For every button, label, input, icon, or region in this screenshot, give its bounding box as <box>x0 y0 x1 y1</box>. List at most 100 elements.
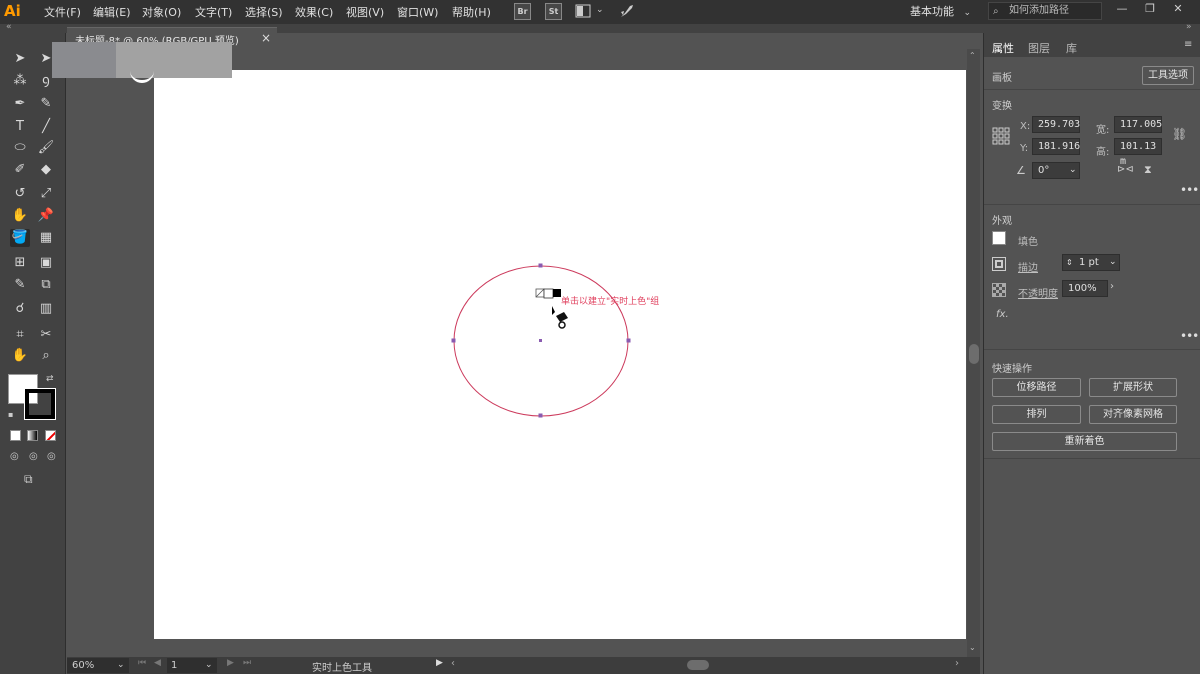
artboard-tool-icon[interactable]: ⌗ <box>10 326 30 344</box>
workspace-switcher[interactable]: 基本功能 ⌄ <box>910 3 976 20</box>
arrange-documents-icon[interactable] <box>575 4 591 18</box>
opacity-label[interactable]: 不透明度 <box>1018 285 1058 300</box>
draw-behind-icon[interactable]: ◎ <box>29 451 38 462</box>
tab-libraries[interactable]: 库 <box>1066 40 1077 56</box>
constrain-proportions-icon[interactable]: ⛓ <box>1172 127 1187 141</box>
angle-field[interactable]: 0° ⌄ <box>1032 162 1080 179</box>
color-mode-icon[interactable] <box>10 430 21 441</box>
type-tool-icon[interactable]: T <box>10 118 30 136</box>
gradient-tool-icon[interactable]: ▣ <box>36 254 56 272</box>
close-window-icon[interactable]: ✕ <box>1168 2 1188 20</box>
mesh-tool-icon[interactable]: ⊞ <box>10 254 30 272</box>
none-mode-icon[interactable] <box>45 430 56 441</box>
scroll-left-icon[interactable]: ‹ <box>451 658 455 669</box>
first-artboard-icon[interactable]: ⏮ <box>138 658 146 668</box>
menu-effect[interactable]: 效果(C) <box>295 4 333 20</box>
more-options-icon[interactable]: ••• <box>1180 183 1199 197</box>
flip-vertical-icon[interactable]: ⧗ <box>1144 163 1152 177</box>
line-tool-icon[interactable]: ╱ <box>36 118 56 136</box>
warp-tool-icon[interactable]: ✋ <box>10 207 30 225</box>
offset-path-button[interactable]: 位移路径 <box>992 378 1081 397</box>
collapse-left-icon[interactable]: « <box>6 22 12 32</box>
draw-inside-icon[interactable]: ◎ <box>47 451 56 462</box>
y-field[interactable]: 181.916 <box>1032 138 1080 155</box>
stroke-swatch[interactable] <box>24 388 56 420</box>
flip-horizontal-icon[interactable]: ⊳⊲ <box>1117 164 1134 175</box>
scroll-down-icon[interactable]: ⌄ <box>969 643 976 652</box>
artwork[interactable] <box>154 70 966 639</box>
zoom-tool-icon[interactable]: ⌕ <box>36 347 56 365</box>
opacity-field[interactable]: 100% <box>1062 280 1108 297</box>
slice-tool-icon[interactable]: ✂ <box>36 326 56 344</box>
perspective-grid-tool-icon[interactable]: ▦ <box>36 229 56 247</box>
menu-type[interactable]: 文字(T) <box>195 4 232 20</box>
menu-help[interactable]: 帮助(H) <box>452 4 491 20</box>
blend-tool-icon[interactable]: ⧉ <box>36 276 56 294</box>
curvature-tool-icon[interactable]: ✎ <box>36 95 56 113</box>
align-pixel-grid-button[interactable]: 对齐像素网格 <box>1089 405 1177 424</box>
live-paint-bucket-tool-icon[interactable]: 🪣 <box>10 229 30 247</box>
stroke-label[interactable]: 描边 <box>1018 259 1038 274</box>
zoom-select[interactable]: 60% ⌄ <box>67 658 129 673</box>
artboard[interactable]: 单击以建立"实时上色"组 <box>154 70 966 639</box>
graph-tool-icon[interactable]: ▥ <box>36 300 56 318</box>
bridge-button[interactable]: Br <box>514 3 531 20</box>
stroke-weight-field[interactable]: ⇕ 1 pt ⌄ <box>1062 254 1120 271</box>
puppet-warp-tool-icon[interactable]: 📌 <box>36 207 56 225</box>
vertical-scroll-thumb[interactable] <box>969 344 979 364</box>
menu-view[interactable]: 视图(V) <box>346 4 384 20</box>
close-tab-icon[interactable]: × <box>261 31 271 45</box>
eyedropper-tool-icon[interactable]: ✎ <box>10 276 30 294</box>
menu-select[interactable]: 选择(S) <box>245 4 283 20</box>
menu-window[interactable]: 窗口(W) <box>397 4 438 20</box>
artboard-number-select[interactable]: 1 ⌄ <box>167 658 217 673</box>
panel-menu-icon[interactable]: ≡ <box>1184 39 1192 50</box>
scroll-up-icon[interactable]: ⌃ <box>969 51 976 60</box>
minimize-icon[interactable]: — <box>1112 2 1132 20</box>
scale-tool-icon[interactable]: ⤢ <box>36 185 56 203</box>
status-menu-icon[interactable]: ▶ <box>436 658 443 668</box>
swap-fill-stroke-icon[interactable]: ⇄ <box>46 374 54 384</box>
width-field[interactable]: 117.005 <box>1114 116 1162 133</box>
fill-color-swatch[interactable] <box>992 231 1006 245</box>
recolor-button[interactable]: 重新着色 <box>992 432 1177 451</box>
paintbrush-tool-icon[interactable]: 🖌 <box>36 139 56 157</box>
more-options-icon[interactable]: ••• <box>1180 329 1199 343</box>
stock-button[interactable]: St <box>545 3 562 20</box>
shaper-tool-icon[interactable]: ✐ <box>10 161 30 179</box>
stroke-color-swatch[interactable] <box>992 257 1006 271</box>
gradient-mode-icon[interactable] <box>27 430 38 441</box>
rocket-icon[interactable] <box>618 3 636 20</box>
search-input[interactable]: ⌕ 如何添加路径 <box>988 2 1102 20</box>
menu-edit[interactable]: 编辑(E) <box>93 4 131 20</box>
menu-file[interactable]: 文件(F) <box>44 4 81 20</box>
effects-label[interactable]: fx. <box>996 309 1009 320</box>
tab-properties[interactable]: 属性 <box>992 40 1014 56</box>
scroll-right-icon[interactable]: › <box>955 658 959 669</box>
rotate-tool-icon[interactable]: ↺ <box>10 185 30 203</box>
arrange-button[interactable]: 排列 <box>992 405 1081 424</box>
stepper-icon[interactable]: ⇕ <box>1066 255 1073 270</box>
draw-normal-icon[interactable]: ◎ <box>10 451 19 462</box>
collapse-right-icon[interactable]: » <box>1186 22 1192 32</box>
x-field[interactable]: 259.703 <box>1032 116 1080 133</box>
pen-tool-icon[interactable]: ✒ <box>10 95 30 113</box>
selection-tool-icon[interactable]: ➤ <box>10 50 30 68</box>
reference-point-icon[interactable] <box>992 127 1010 145</box>
chevron-down-icon[interactable]: ⌄ <box>596 5 604 15</box>
last-artboard-icon[interactable]: ⏭ <box>243 658 251 668</box>
expand-shape-button[interactable]: 扩展形状 <box>1089 378 1177 397</box>
default-fill-stroke-icon[interactable]: ▪ <box>8 410 13 419</box>
tab-layers[interactable]: 图层 <box>1028 40 1050 56</box>
magic-wand-tool-icon[interactable]: ⁂ <box>10 72 30 90</box>
symbol-sprayer-tool-icon[interactable]: ☌ <box>10 300 30 318</box>
restore-icon[interactable]: ❐ <box>1140 2 1160 20</box>
hand-tool-icon[interactable]: ✋ <box>10 347 30 365</box>
eraser-tool-icon[interactable]: ◆ <box>36 161 56 179</box>
opacity-expand-icon[interactable]: › <box>1110 281 1114 292</box>
ellipse-tool-icon[interactable]: ⬭ <box>10 139 30 157</box>
height-field[interactable]: 101.13 m <box>1114 138 1162 167</box>
screen-mode-icon[interactable]: ⧉ <box>24 472 33 487</box>
next-artboard-icon[interactable]: ▶ <box>227 658 234 668</box>
previous-artboard-icon[interactable]: ◀ <box>154 658 161 668</box>
